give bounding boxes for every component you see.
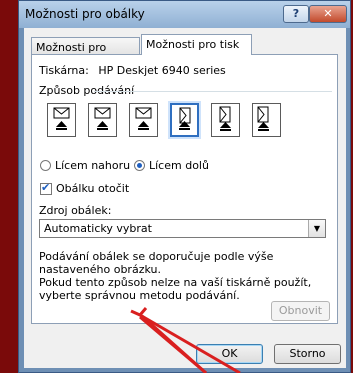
radio-face-down[interactable]: Lícem dolů <box>134 159 209 172</box>
rotate-envelope-checkbox[interactable]: ✔ Obálku otočit <box>40 180 130 195</box>
printer-name: HP Deskjet 6940 series <box>98 64 226 77</box>
ok-button[interactable]: OK <box>196 344 263 364</box>
envelope-feed-icon <box>179 107 191 130</box>
feed-option-2[interactable] <box>88 103 117 137</box>
feed-note: Podávání obálek se doporučuje podle výše… <box>39 250 331 302</box>
envelope-feed-icon <box>219 106 231 131</box>
close-button[interactable]: ✕ <box>309 5 347 23</box>
radio-face-down-indicator[interactable] <box>134 160 145 171</box>
cancel-button[interactable]: Storno <box>274 344 341 364</box>
printer-row: Tiskárna: HP Deskjet 6940 series <box>39 64 226 77</box>
tab-envelope-options[interactable]: Možnosti pro obálky <box>31 37 140 73</box>
group-divider <box>94 91 332 92</box>
chevron-down-icon[interactable]: ▼ <box>308 220 325 237</box>
envelope-feed-icon <box>257 106 269 131</box>
feed-option-4[interactable] <box>170 103 199 137</box>
dialog-client: Možnosti pro obálky Možnosti pro tisk Ti… <box>24 28 346 368</box>
help-button[interactable]: ? <box>283 5 309 23</box>
title-bar[interactable]: Možnosti pro obálky ? ✕ <box>19 1 350 28</box>
feed-option-5[interactable] <box>211 103 240 137</box>
radio-face-up-indicator[interactable] <box>40 160 51 171</box>
envelope-source-label: Zdroj obálek: <box>39 204 112 217</box>
tab-printing-options[interactable]: Možnosti pro tisk <box>141 34 252 55</box>
feed-option-1[interactable] <box>47 103 76 137</box>
reset-button[interactable]: Obnovit <box>271 301 330 321</box>
feed-option-3[interactable] <box>129 103 158 137</box>
envelope-options-dialog: Možnosti pro obálky ? ✕ Možnosti pro obá… <box>18 0 351 373</box>
envelope-feed-icon <box>53 107 70 130</box>
checkmark-icon: ✔ <box>41 180 51 194</box>
rotate-checkbox-box[interactable]: ✔ <box>40 180 52 195</box>
radio-face-down-label: Lícem dolů <box>149 159 209 172</box>
envelope-source-select[interactable]: Automaticky vybrat ▼ <box>39 219 326 238</box>
envelope-feed-icon <box>94 107 111 130</box>
radio-face-up-label: Lícem nahoru <box>55 159 131 172</box>
feed-note-line-1: Podávání obálek se doporučuje podle výše… <box>39 250 274 276</box>
dialog-title: Možnosti pro obálky <box>25 7 145 21</box>
feed-note-line-2: Pokud tento způsob nelze na vaší tiskárn… <box>39 276 312 302</box>
envelope-feed-icon <box>135 107 152 130</box>
printing-options-panel: Tiskárna: HP Deskjet 6940 series Způsob … <box>31 54 338 324</box>
rotate-checkbox-label: Obálku otočit <box>56 182 130 195</box>
radio-face-up[interactable]: Lícem nahoru <box>40 159 130 172</box>
printer-label: Tiskárna: <box>39 64 89 77</box>
envelope-source-value: Automaticky vybrat <box>44 222 152 235</box>
feed-option-6[interactable] <box>252 103 281 137</box>
